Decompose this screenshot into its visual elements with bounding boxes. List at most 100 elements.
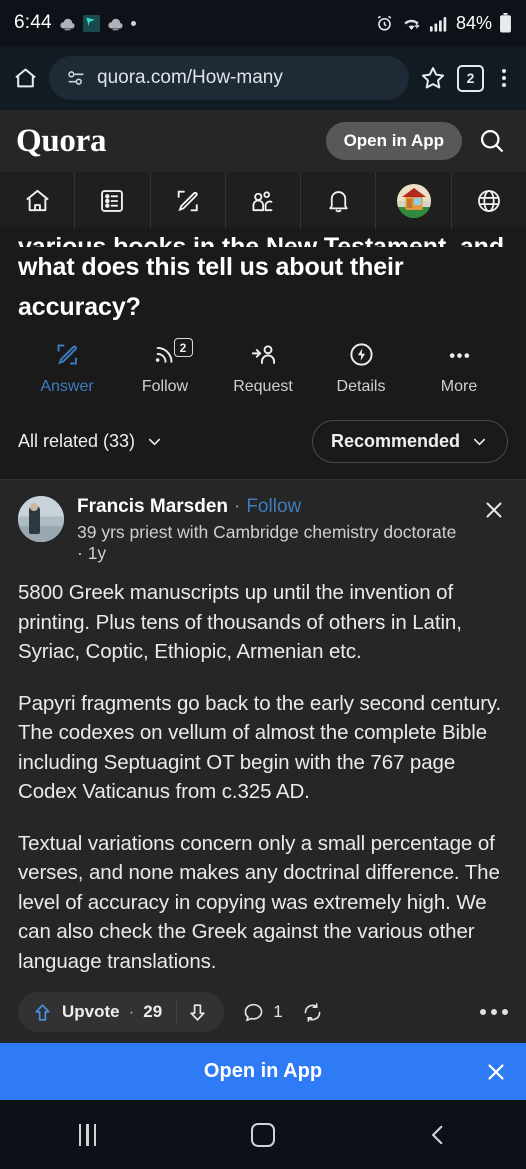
menu-kebab-icon[interactable] bbox=[494, 65, 514, 91]
follow-label: Follow bbox=[141, 378, 189, 395]
sidebar-item-notifications[interactable] bbox=[301, 172, 377, 229]
request-button[interactable]: Request bbox=[214, 341, 312, 396]
upvote-separator: · bbox=[128, 1002, 135, 1021]
question-section: various books in the New Testament, and … bbox=[0, 227, 526, 408]
sidebar-item-spaces[interactable] bbox=[226, 172, 302, 229]
question-cut-line: various books in the New Testament, and bbox=[18, 233, 505, 247]
upvote-button[interactable]: Upvote · 29 bbox=[18, 1002, 176, 1023]
repost-icon bbox=[301, 1001, 324, 1024]
list-icon bbox=[98, 187, 126, 215]
question-action-bar: Answer 2 Follow Request Details More bbox=[18, 338, 508, 408]
messenger-icon bbox=[82, 14, 100, 32]
wifi-icon bbox=[401, 14, 422, 33]
home-button[interactable] bbox=[175, 1122, 350, 1147]
search-icon[interactable] bbox=[474, 123, 510, 159]
more-button[interactable]: More bbox=[410, 341, 508, 396]
vote-pill: Upvote · 29 bbox=[18, 992, 225, 1032]
follow-count-badge: 2 bbox=[173, 338, 193, 357]
home-square-icon bbox=[250, 1122, 275, 1147]
details-button[interactable]: Details bbox=[312, 341, 410, 396]
close-icon[interactable] bbox=[472, 496, 508, 522]
answer-more-button[interactable] bbox=[480, 1009, 508, 1015]
open-in-app-banner[interactable]: Open in App bbox=[0, 1043, 526, 1100]
battery-percent-label: 84% bbox=[455, 12, 492, 33]
profile-avatar-icon bbox=[396, 183, 431, 218]
android-nav-bar bbox=[0, 1100, 526, 1169]
upvote-count: 29 bbox=[143, 1002, 163, 1021]
answer-card: Francis Marsden · Follow 39 yrs priest w… bbox=[0, 480, 526, 1048]
sidebar-item-home[interactable] bbox=[0, 172, 76, 229]
globe-icon bbox=[475, 187, 503, 215]
lightning-circle-icon bbox=[348, 341, 375, 371]
android-status-bar: 6:44 84% bbox=[0, 0, 526, 46]
question-line-2: accuracy? bbox=[18, 293, 141, 321]
quora-header: Quora Open in App bbox=[0, 110, 526, 172]
all-related-dropdown[interactable]: All related (33) bbox=[18, 431, 164, 452]
address-bar[interactable]: quora.com/How-many bbox=[49, 56, 409, 100]
sort-dropdown[interactable]: Recommended bbox=[311, 420, 508, 463]
avatar[interactable] bbox=[18, 496, 64, 542]
url-text: quora.com/How-many bbox=[97, 67, 283, 88]
status-bar-right: 84% bbox=[375, 13, 512, 34]
bell-icon bbox=[325, 187, 352, 214]
all-related-label: All related (33) bbox=[18, 431, 136, 451]
author-credential: 39 yrs priest with Cambridge chemistry d… bbox=[77, 522, 457, 563]
bookmark-star-icon[interactable] bbox=[419, 64, 447, 92]
filter-bar: All related (33) Recommended bbox=[0, 408, 526, 480]
home-icon[interactable] bbox=[12, 65, 39, 92]
details-label: Details bbox=[336, 378, 386, 395]
chevron-down-icon bbox=[470, 432, 489, 451]
pencil-square-icon bbox=[174, 187, 202, 215]
open-in-app-button[interactable]: Open in App bbox=[325, 122, 462, 160]
sidebar-item-answer[interactable] bbox=[151, 172, 226, 229]
alarm-icon bbox=[375, 14, 394, 33]
comment-count: 1 bbox=[273, 1002, 283, 1021]
author-follow-link[interactable]: Follow bbox=[246, 496, 301, 518]
answer-action-bar: Upvote · 29 1 bbox=[18, 986, 508, 1048]
home-icon bbox=[23, 186, 52, 215]
tab-switcher-button[interactable]: 2 bbox=[457, 64, 484, 92]
downvote-button[interactable] bbox=[176, 1000, 224, 1024]
sidebar-item-following[interactable] bbox=[75, 172, 151, 229]
answer-label: Answer bbox=[40, 378, 94, 395]
comment-button[interactable]: 1 bbox=[242, 1001, 283, 1024]
battery-icon bbox=[499, 13, 512, 33]
cloud-upload-icon bbox=[107, 15, 124, 32]
page-title: various books in the New Testament, and … bbox=[18, 227, 508, 327]
upvote-label: Upvote bbox=[62, 1002, 120, 1021]
answer-header: Francis Marsden · Follow 39 yrs priest w… bbox=[18, 496, 508, 564]
sidebar-item-language[interactable] bbox=[452, 172, 526, 229]
site-settings-icon[interactable] bbox=[65, 67, 87, 89]
back-button[interactable] bbox=[351, 1122, 526, 1148]
answer-body: 5800 Greek manuscripts up until the inve… bbox=[18, 564, 508, 976]
follow-button[interactable]: 2 Follow bbox=[116, 338, 214, 396]
pencil-square-icon bbox=[54, 341, 81, 371]
upvote-arrow-icon bbox=[32, 1002, 53, 1023]
dot-icon bbox=[130, 20, 136, 26]
answer-button[interactable]: Answer bbox=[18, 341, 116, 396]
close-icon[interactable] bbox=[484, 1060, 508, 1084]
chevron-down-icon bbox=[145, 432, 164, 451]
status-bar-clock: 6:44 bbox=[14, 12, 52, 33]
sidebar-item-profile[interactable] bbox=[376, 172, 452, 229]
back-chevron-icon bbox=[425, 1122, 451, 1148]
repost-button[interactable] bbox=[301, 1001, 324, 1024]
ellipsis-icon bbox=[446, 341, 473, 371]
sort-label: Recommended bbox=[330, 431, 460, 451]
quora-logo[interactable]: Quora bbox=[16, 123, 106, 160]
downvote-arrow-icon bbox=[187, 1002, 208, 1023]
answer-paragraph: 5800 Greek manuscripts up until the inve… bbox=[18, 581, 462, 663]
answer-paragraph: Papyri fragments go back to the early se… bbox=[18, 691, 502, 804]
rss-icon: 2 bbox=[152, 338, 193, 371]
request-label: Request bbox=[233, 378, 293, 395]
signal-icon bbox=[429, 14, 449, 33]
people-icon bbox=[248, 186, 277, 215]
browser-toolbar: quora.com/How-many 2 bbox=[0, 46, 526, 110]
more-label: More bbox=[440, 378, 478, 395]
author-name[interactable]: Francis Marsden bbox=[77, 496, 228, 518]
separator-dot: · bbox=[234, 496, 241, 517]
phone-screen: 6:44 84% quora.com/How-many 2 Quora Open… bbox=[0, 0, 526, 1169]
author-row: Francis Marsden · Follow bbox=[77, 496, 459, 518]
question-line-1: what does this tell us about their bbox=[18, 253, 404, 281]
recent-apps-button[interactable] bbox=[0, 1123, 175, 1146]
